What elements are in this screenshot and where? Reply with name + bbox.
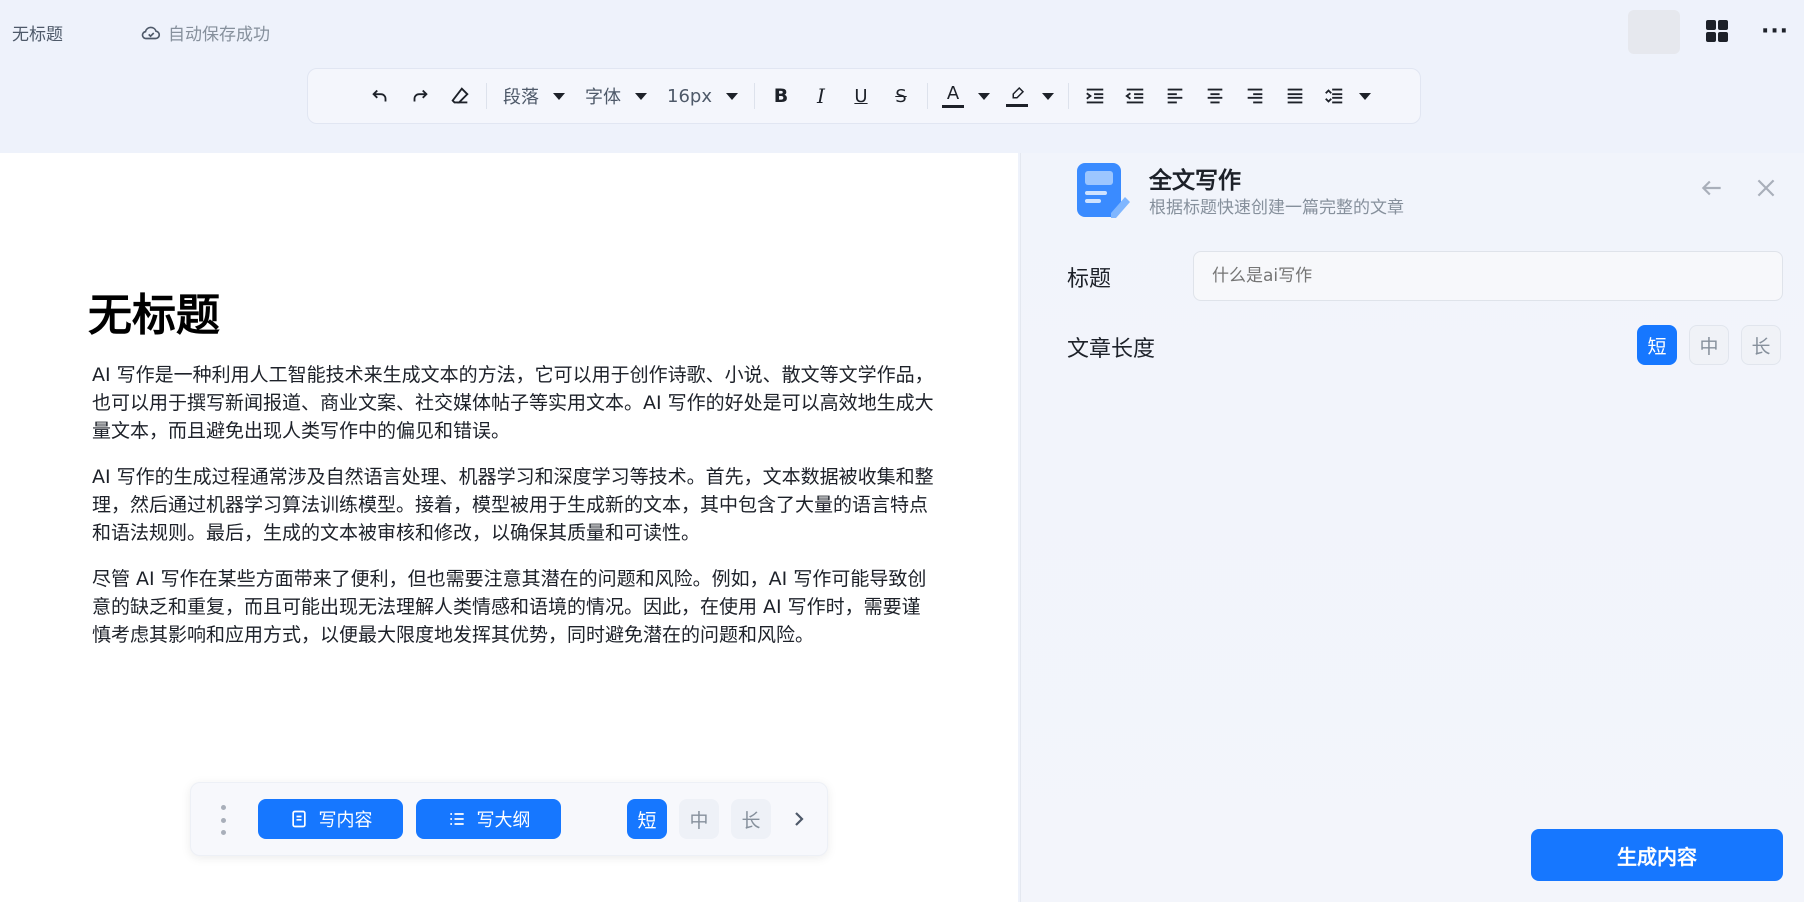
paragraph-label: 段落 <box>503 87 539 108</box>
align-justify-icon <box>1287 88 1303 104</box>
line-height-icon <box>1325 88 1343 104</box>
length-medium-chip[interactable]: 中 <box>679 799 719 839</box>
paragraph-dropdown[interactable]: 段落 <box>493 79 575 113</box>
underline-icon: U <box>854 85 868 107</box>
save-status: 自动保存成功 <box>140 20 270 45</box>
font-color-icon: A <box>941 82 964 108</box>
toolbar-divider <box>753 83 755 109</box>
strikethrough-icon: S <box>895 85 907 107</box>
arrow-left-icon[interactable] <box>1699 175 1725 201</box>
length-long-chip[interactable]: 长 <box>731 799 771 839</box>
close-icon[interactable] <box>1753 175 1779 201</box>
highlighter-icon <box>1005 85 1028 107</box>
indent-icon <box>1086 88 1104 104</box>
write-content-button[interactable]: 写内容 <box>258 799 403 839</box>
bold-icon: B <box>773 85 789 107</box>
font-dropdown[interactable]: 字体 <box>575 79 657 113</box>
list-icon <box>449 813 464 825</box>
toolbar-divider <box>1067 83 1069 109</box>
font-color-button[interactable]: A <box>934 79 998 113</box>
length-long-chip[interactable]: 长 <box>1741 325 1781 365</box>
save-status-text: 自动保存成功 <box>168 25 270 45</box>
writing-tool-icon <box>1077 163 1130 218</box>
indent-button[interactable] <box>1075 79 1115 113</box>
redo-icon <box>413 89 428 102</box>
avatar[interactable] <box>1628 10 1680 54</box>
ai-floating-bar: 写内容 写大纲 短 中 长 <box>190 782 828 856</box>
document-paragraph[interactable]: AI 写作的生成过程通常涉及自然语言处理、机器学习和深度学习等技术。首先，文本数… <box>92 463 934 547</box>
bold-button[interactable]: B <box>761 79 801 113</box>
chevron-down-icon <box>1358 92 1371 100</box>
apps-grid-icon[interactable] <box>1704 18 1730 44</box>
align-center-icon <box>1207 88 1223 104</box>
write-outline-label: 写大纲 <box>476 810 531 831</box>
chevron-down-icon <box>725 92 738 100</box>
font-label: 字体 <box>585 87 621 108</box>
chevron-right-icon[interactable] <box>787 807 811 831</box>
document-title[interactable]: 无标题 <box>88 279 220 343</box>
align-right-button[interactable] <box>1235 79 1275 113</box>
align-center-button[interactable] <box>1195 79 1235 113</box>
outdent-icon <box>1125 88 1144 104</box>
format-toolbar: 段落 字体 16px B I U S A <box>307 68 1421 124</box>
document-paragraph[interactable]: 尽管 AI 写作在某些方面带来了便利，但也需要注意其潜在的问题和风险。例如，AI… <box>92 565 934 649</box>
document-paragraph[interactable]: AI 写作是一种利用人工智能技术来生成文本的方法，它可以用于创作诗歌、小说、散文… <box>92 361 934 445</box>
undo-icon <box>372 89 387 102</box>
align-left-button[interactable] <box>1155 79 1195 113</box>
document-icon <box>291 810 306 828</box>
strikethrough-button[interactable]: S <box>881 79 921 113</box>
drag-handle-icon[interactable] <box>219 805 227 835</box>
document-body[interactable]: AI 写作是一种利用人工智能技术来生成文本的方法，它可以用于创作诗歌、小说、散文… <box>92 361 934 667</box>
full-text-writing-panel: 全文写作 根据标题快速创建一篇完整的文章 标题 文章长度 短 中 长 生成内容 <box>1020 153 1804 902</box>
generate-content-button[interactable]: 生成内容 <box>1531 829 1783 881</box>
title-input[interactable] <box>1193 251 1783 301</box>
length-short-chip[interactable]: 短 <box>1637 325 1677 365</box>
chevron-down-icon <box>635 92 647 100</box>
font-color-letter: A <box>946 82 960 104</box>
chevron-down-icon <box>977 92 990 100</box>
highlight-color-button[interactable] <box>998 79 1062 113</box>
document-name[interactable]: 无标题 <box>12 20 63 45</box>
line-height-dropdown[interactable] <box>1315 79 1379 113</box>
top-bar: 无标题 自动保存成功 ··· <box>0 0 1804 62</box>
clear-format-button[interactable] <box>440 79 480 113</box>
eraser-icon <box>451 87 469 104</box>
panel-subtitle: 根据标题快速创建一篇完整的文章 <box>1149 198 1404 218</box>
underline-button[interactable]: U <box>841 79 881 113</box>
undo-button[interactable] <box>360 79 400 113</box>
write-outline-button[interactable]: 写大纲 <box>416 799 561 839</box>
write-content-label: 写内容 <box>318 810 373 831</box>
more-options-icon[interactable]: ··· <box>1761 18 1788 44</box>
outdent-button[interactable] <box>1115 79 1155 113</box>
chevron-down-icon <box>553 92 565 100</box>
align-right-icon <box>1247 88 1263 104</box>
length-medium-chip[interactable]: 中 <box>1689 325 1729 365</box>
align-left-icon <box>1167 88 1183 104</box>
align-justify-button[interactable] <box>1275 79 1315 113</box>
length-short-chip[interactable]: 短 <box>627 799 667 839</box>
chevron-down-icon <box>1041 92 1054 100</box>
toolbar-divider <box>926 83 928 109</box>
redo-button[interactable] <box>400 79 440 113</box>
article-length-label: 文章长度 <box>1067 337 1156 362</box>
title-field-label: 标题 <box>1067 267 1112 292</box>
toolbar-divider <box>486 83 487 109</box>
panel-title: 全文写作 <box>1149 168 1241 194</box>
cloud-icon <box>141 26 161 39</box>
font-size-label: 16px <box>667 85 712 107</box>
italic-icon: I <box>817 84 825 108</box>
font-size-dropdown[interactable]: 16px <box>657 79 748 113</box>
italic-button[interactable]: I <box>801 79 841 113</box>
